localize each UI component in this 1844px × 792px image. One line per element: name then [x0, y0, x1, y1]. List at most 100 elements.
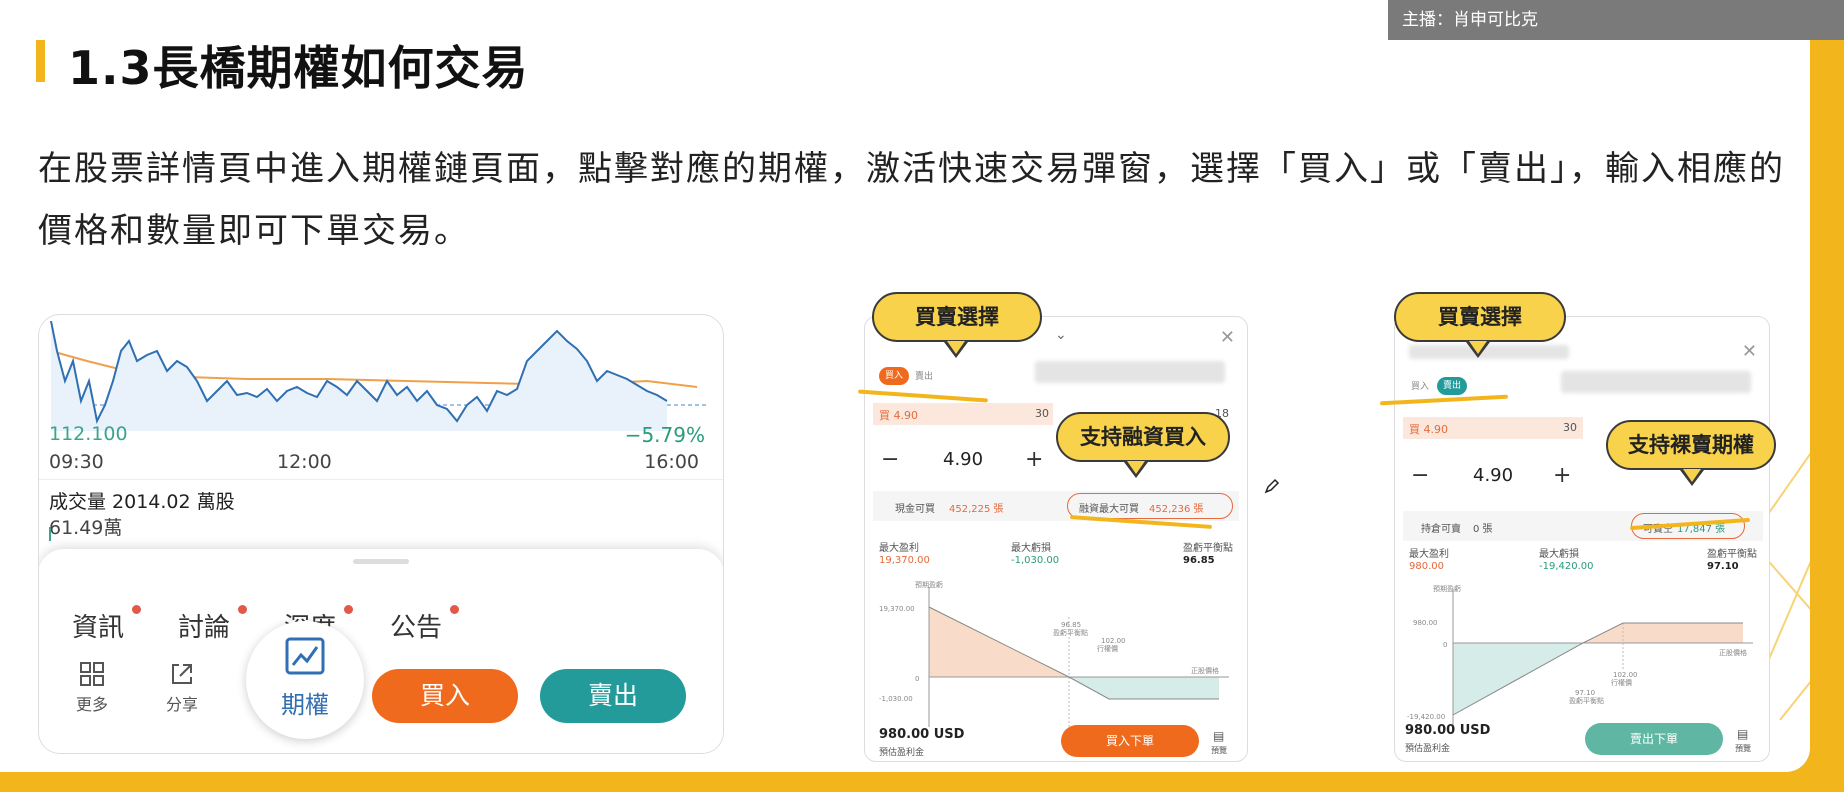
slide-title: 1.3長橋期權如何交易 [68, 41, 529, 95]
tab-discussion[interactable]: 討論 [178, 607, 230, 644]
callout-buy-sell-choice-2: 買賣選擇 [1394, 292, 1566, 342]
diagram-ymin: -1,030.00 [879, 695, 913, 703]
bottom-sheet: 資訊 討論 深度 公告 更多 分享 期權 買入 賣出 [39, 549, 723, 753]
expected-profit-label: 預估盈利金 [1405, 744, 1451, 754]
contract-name-blurred [1561, 371, 1751, 393]
decrease-icon[interactable]: − [881, 447, 899, 472]
notification-dot [238, 605, 247, 614]
preview-icon[interactable]: ▤ [1737, 727, 1748, 741]
margin-max-label: 融資最大可買 [1079, 504, 1139, 515]
price-field[interactable]: 4.90 [1473, 465, 1513, 486]
preview-label[interactable]: 預覽 [1735, 743, 1751, 754]
diagram-ylabel: 預期盈虧 [915, 580, 943, 589]
payoff-diagram-sell: 預期盈虧 980.00 0 -19,420.00 102.00 行權價 97.1… [1407, 584, 1753, 729]
increase-icon[interactable]: + [1025, 447, 1043, 472]
breakeven-label: 盈虧平衡點 [1707, 549, 1757, 560]
diagram-breakeven-label: 盈虧平衡點 [1569, 696, 1604, 705]
stock-detail-screen: 112.100 −5.79% 09:30 12:00 16:00 成交量 201… [38, 314, 724, 754]
callout-naked-sell: 支持裸賣期權 [1606, 420, 1776, 470]
max-profit-label: 最大盈利 [1409, 549, 1449, 560]
max-profit-value: 980.00 [1409, 561, 1444, 572]
diagram-ymin: -19,420.00 [1407, 713, 1445, 721]
share-button[interactable]: 分享 [162, 661, 202, 715]
divider [39, 479, 723, 480]
sell-toggle[interactable]: 賣出 [1437, 377, 1467, 395]
bid-price: 買 4.90 [879, 409, 918, 422]
max-loss-label: 最大虧損 [1539, 549, 1579, 560]
payoff-diagram-buy: 預期盈虧 19,370.00 0 -1,030.00 96.85 盈虧平衡點 1… [879, 580, 1229, 727]
diagram-ymax: 980.00 [1413, 619, 1438, 627]
buy-order-button[interactable]: 買入下單 [1061, 725, 1199, 757]
preview-label[interactable]: 預覽 [1211, 745, 1227, 756]
volume-value: 61.49萬 [49, 517, 123, 539]
volume-label: 成交量 2014.02 萬股 [49, 491, 235, 513]
diagram-zero: 0 [915, 675, 919, 683]
callout-buy-sell-choice: 買賣選擇 [872, 292, 1042, 342]
sell-order-button[interactable]: 賣出下單 [1585, 723, 1723, 755]
max-loss-value: -19,420.00 [1539, 561, 1594, 572]
tab-news[interactable]: 資訊 [72, 607, 124, 644]
cash-available-label: 現金可買 [895, 504, 935, 515]
sell-toggle[interactable]: 賣出 [915, 369, 933, 382]
max-loss-value: -1,030.00 [1011, 555, 1060, 566]
bid-size: 30 [1563, 421, 1577, 434]
chevron-down-icon[interactable]: ⌄ [1055, 327, 1067, 343]
callout-tail [1680, 469, 1704, 486]
sheet-grab-handle[interactable] [353, 559, 409, 564]
contract-name-blurred [1035, 361, 1225, 383]
diagram-strike-label: 行權價 [1097, 644, 1118, 653]
cash-available-value: 452,225 張 [949, 504, 1004, 515]
diagram-breakeven-label: 盈虧平衡點 [1053, 628, 1088, 637]
slide-description: 在股票詳情頁中進入期權鏈頁面，點擊對應的期權，激活快速交易彈窗，選擇「買入」或「… [38, 149, 1785, 251]
diagram-xlabel: 正股價格 [1191, 666, 1219, 675]
sell-quick-trade-popup: ✕ 買入 賣出 買 4.90 30 − 4.90 + 持倉可賣 0 張 可賣空 … [1394, 316, 1770, 762]
grid-icon [80, 662, 104, 686]
diagram-strike-value: 102.00 [1613, 671, 1638, 679]
position-label: 持倉可賣 [1421, 524, 1461, 535]
callout-tail [1466, 341, 1490, 358]
share-icon [172, 664, 192, 684]
max-profit-label: 最大盈利 [879, 543, 919, 554]
increase-icon[interactable]: + [1553, 463, 1571, 488]
breakeven-value: 96.85 [1183, 555, 1215, 566]
max-profit-value: 19,370.00 [879, 555, 930, 566]
chart-time-end: 16:00 [644, 451, 699, 473]
bid-price: 買 4.90 [1409, 423, 1448, 436]
close-icon[interactable]: ✕ [1742, 341, 1757, 362]
options-button[interactable]: 期權 [246, 621, 364, 739]
buy-quick-trade-popup: ✕ ⌄ 買入 賣出 買 4.90 30 18 − 4.90 + 現金可買 452… [864, 316, 1248, 762]
callout-tail [944, 341, 968, 358]
buy-button[interactable]: 買入 [372, 669, 518, 723]
share-label: 分享 [165, 695, 198, 714]
more-button[interactable]: 更多 [72, 661, 112, 715]
pen-cursor-icon [1264, 478, 1280, 494]
breakeven-value: 97.10 [1707, 561, 1739, 572]
buy-toggle[interactable]: 買入 [1411, 379, 1429, 392]
decrease-icon[interactable]: − [1411, 463, 1429, 488]
tab-announcements[interactable]: 公告 [390, 607, 442, 644]
diagram-xlabel: 正股價格 [1719, 648, 1747, 657]
expected-profit-label: 預估盈利金 [879, 748, 925, 758]
notification-dot [450, 605, 459, 614]
price-field[interactable]: 4.90 [943, 449, 983, 470]
sell-button[interactable]: 賣出 [540, 669, 686, 723]
preview-icon[interactable]: ▤ [1213, 729, 1224, 743]
breakeven-label: 盈虧平衡點 [1183, 543, 1233, 554]
diagram-strike-value: 102.00 [1101, 637, 1126, 645]
close-icon[interactable]: ✕ [1220, 327, 1235, 348]
max-loss-label: 最大虧損 [1011, 543, 1051, 554]
expected-profit-value: 980.00 USD [879, 727, 965, 742]
notification-dot [344, 605, 353, 614]
diagram-breakeven-value: 96.85 [1061, 621, 1081, 629]
chart-change-percent: −5.79% [624, 423, 705, 447]
diagram-breakeven-value: 97.10 [1575, 689, 1595, 697]
callout-tail [1124, 461, 1148, 478]
notification-dot [132, 605, 141, 614]
bid-size: 30 [1035, 407, 1049, 420]
diagram-strike-label: 行權價 [1611, 678, 1632, 687]
chart-trend-icon [285, 637, 325, 675]
callout-margin-buy: 支持融資買入 [1056, 412, 1230, 462]
chart-low-price: 112.100 [49, 423, 128, 445]
intraday-chart [50, 321, 707, 431]
buy-toggle[interactable]: 買入 [879, 367, 909, 385]
